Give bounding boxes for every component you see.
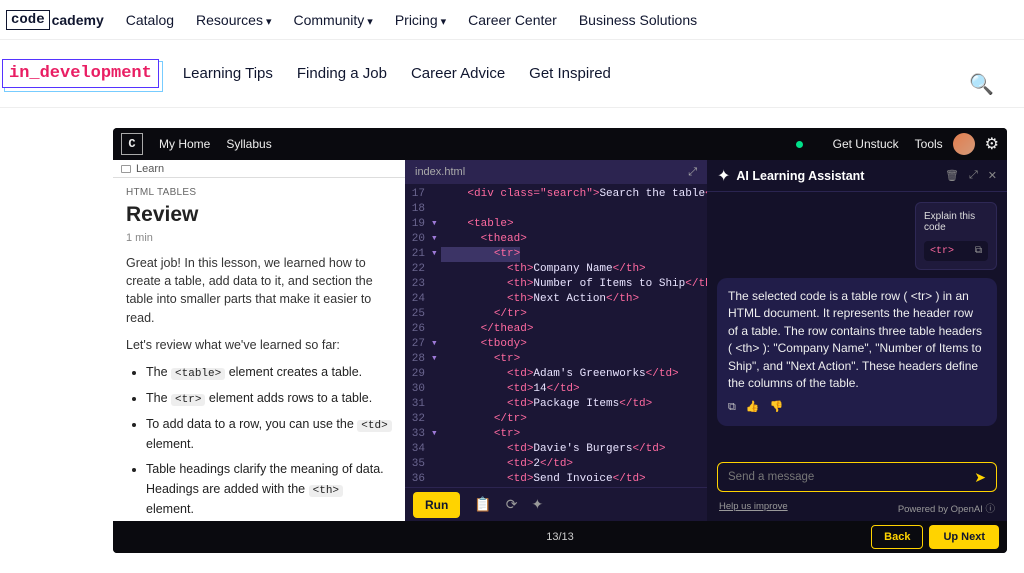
codecademy-icon[interactable]: C: [121, 133, 143, 155]
nav-career-center[interactable]: Career Center: [468, 12, 557, 28]
ai-input-box[interactable]: ➤: [717, 462, 997, 492]
expand-icon[interactable]: ⤢: [969, 169, 978, 182]
code-editor-panel: index.html ⤢ 17 <div class="search">Sear…: [405, 160, 707, 521]
prompt-label: Explain this code: [924, 211, 988, 233]
nav-resources[interactable]: Resources: [196, 12, 271, 28]
brand-box[interactable]: in_development: [2, 59, 159, 88]
file-tab[interactable]: index.html: [415, 166, 465, 178]
subnav-career-advice[interactable]: Career Advice: [411, 65, 505, 82]
expand-icon[interactable]: ⤢: [688, 166, 697, 179]
list-item: The <table> element creates a table.: [146, 363, 392, 383]
thumbs-up-icon[interactable]: 👍: [746, 400, 760, 416]
ai-message-input[interactable]: [728, 471, 974, 483]
avatar[interactable]: [953, 133, 975, 155]
gear-icon[interactable]: ⚙: [985, 134, 999, 154]
search-icon[interactable]: 🔍: [969, 72, 994, 97]
list-item: Table headings clarify the meaning of da…: [146, 460, 392, 519]
nav-pricing[interactable]: Pricing: [395, 12, 446, 28]
syllabus[interactable]: Syllabus: [226, 137, 271, 151]
subnav-get-inspired[interactable]: Get Inspired: [529, 65, 611, 82]
app-footer: 13/13 Back Up Next: [113, 521, 1007, 553]
lesson-bullets: The <table> element creates a table. The…: [126, 363, 392, 521]
editor-tab-bar: index.html ⤢: [405, 160, 707, 184]
thumbs-down-icon[interactable]: 👎: [770, 400, 784, 416]
powered-by: Powered by OpenAI: [898, 504, 983, 515]
info-icon[interactable]: ⓘ: [985, 504, 995, 515]
prompt-card[interactable]: Explain this code <tr> ⧉: [915, 202, 997, 270]
copy-icon[interactable]: ⧉: [728, 400, 736, 416]
list-item: The <tr> element adds rows to a table.: [146, 389, 392, 409]
lesson-para1: Great job! In this lesson, we learned ho…: [126, 254, 392, 327]
close-icon[interactable]: ✕: [988, 169, 997, 182]
help-link[interactable]: Help us improve: [719, 501, 788, 515]
ai-message-text: The selected code is a table row ( <tr> …: [728, 289, 982, 390]
learning-app: C My Home Syllabus Get Unstuck Tools ⚙ L…: [113, 128, 1007, 553]
lesson-time: 1 min: [126, 232, 392, 244]
logo-text: cademy: [50, 12, 104, 28]
learn-tab[interactable]: Learn: [113, 160, 405, 178]
ai-header: ✦ AI Learning Assistant 🗑 ⤢ ✕: [707, 160, 1007, 192]
tools-menu[interactable]: Tools: [915, 137, 943, 151]
ai-message: The selected code is a table row ( <tr> …: [717, 278, 997, 426]
top-nav: codecademy Catalog Resources Community P…: [0, 0, 1024, 40]
sparkle-icon: ✦: [717, 166, 730, 186]
refresh-icon[interactable]: ⟳: [506, 496, 518, 513]
learn-label: Learn: [136, 163, 164, 175]
subnav-finding-job[interactable]: Finding a Job: [297, 65, 387, 82]
send-icon[interactable]: ➤: [974, 469, 986, 486]
sub-nav: in_development Learning Tips Finding a J…: [0, 40, 1024, 108]
progress-text: 13/13: [546, 531, 574, 543]
next-button[interactable]: Up Next: [929, 525, 999, 549]
lesson-category: HTML TABLES: [126, 187, 392, 198]
copy-icon[interactable]: 📋: [474, 496, 491, 513]
ai-title: AI Learning Assistant: [736, 169, 864, 183]
back-button[interactable]: Back: [871, 525, 923, 549]
editor-footer: Run 📋 ⟳ ✦: [405, 487, 707, 521]
logo[interactable]: codecademy: [6, 10, 104, 30]
nav-business[interactable]: Business Solutions: [579, 12, 697, 28]
logo-box: code: [6, 10, 50, 30]
lesson-title: Review: [126, 203, 392, 227]
lesson-para2: Let's review what we've learned so far:: [126, 336, 392, 354]
nav-community[interactable]: Community: [293, 12, 372, 28]
code-editor[interactable]: 17 <div class="search">Search the table<…: [405, 184, 707, 487]
copy-icon[interactable]: ⧉: [975, 245, 982, 257]
trash-icon[interactable]: 🗑: [945, 169, 959, 182]
my-home[interactable]: My Home: [159, 137, 210, 151]
status-dot: [796, 141, 803, 148]
list-item: To add data to a row, you can use the <t…: [146, 415, 392, 454]
get-unstuck[interactable]: Get Unstuck: [833, 137, 899, 151]
subnav-learning-tips[interactable]: Learning Tips: [183, 65, 273, 82]
run-button[interactable]: Run: [413, 492, 460, 518]
sparkle-icon[interactable]: ✦: [532, 496, 544, 513]
nav-catalog[interactable]: Catalog: [126, 12, 174, 28]
prompt-code: <tr>: [930, 246, 954, 257]
app-bar: C My Home Syllabus Get Unstuck Tools ⚙: [113, 128, 1007, 160]
ai-assistant-panel: ✦ AI Learning Assistant 🗑 ⤢ ✕ Explain th…: [707, 160, 1007, 521]
lesson-panel: Learn HTML TABLES Review 1 min Great job…: [113, 160, 405, 521]
book-icon: [121, 165, 131, 173]
